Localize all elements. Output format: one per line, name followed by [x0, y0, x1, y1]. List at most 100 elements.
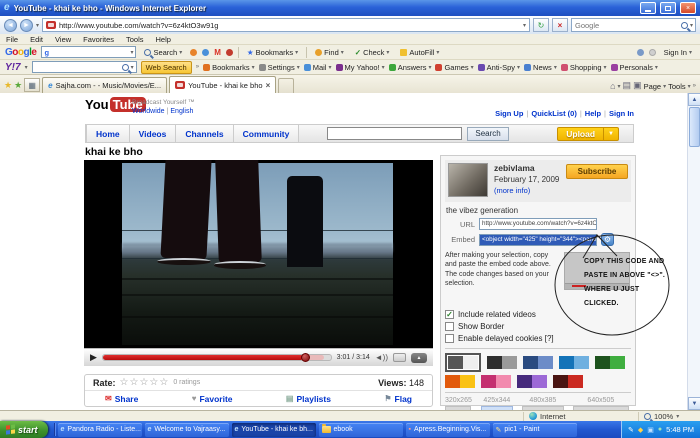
video-screen[interactable] — [84, 160, 433, 348]
menu-edit[interactable]: Edit — [30, 35, 43, 44]
flag-button[interactable]: ⚑Flag — [384, 394, 412, 404]
vertical-scrollbar[interactable]: ▲ ▼ — [687, 93, 700, 410]
feeds-icon[interactable]: ▤ — [623, 80, 632, 91]
yahoo-settings[interactable]: Settings▾ — [259, 63, 300, 72]
wrench-icon[interactable] — [637, 49, 644, 56]
yahoo-answers[interactable]: Answers▾ — [389, 63, 432, 72]
delayed-cookies-checkbox[interactable]: Enable delayed cookies [?] — [445, 333, 631, 344]
progress-bar[interactable] — [102, 354, 332, 361]
nav-channels[interactable]: Channels — [176, 125, 233, 142]
tray-network-icon[interactable]: ▣ — [647, 426, 654, 434]
embed-code-field[interactable]: <object width="425" height="344"><param — [479, 234, 597, 246]
add-favorite-icon[interactable]: ★ — [14, 80, 22, 91]
menu-favorites[interactable]: Favorites — [83, 35, 114, 44]
size-option-640[interactable]: 640x505 — [573, 397, 629, 410]
nav-community[interactable]: Community — [234, 125, 300, 142]
bookmarks-button[interactable]: ★Bookmarks▾ — [244, 47, 301, 58]
back-button[interactable]: ◄ — [4, 19, 17, 32]
tab-sajha[interactable]: e Sajha.com - - Music/Movies/E... — [42, 77, 167, 93]
scroll-up-icon[interactable]: ▲ — [688, 93, 700, 106]
task-paint[interactable]: ✎pic1 - Paint — [493, 423, 577, 437]
url-dropdown-icon[interactable]: ▾ — [523, 22, 526, 29]
favorites-star-icon[interactable]: ★ — [4, 80, 12, 91]
pagerank-icon[interactable] — [190, 49, 197, 56]
size-option-320[interactable]: 320x265 — [445, 397, 472, 410]
tray-pen-icon[interactable]: ✎ — [628, 426, 634, 434]
restore-button[interactable] — [660, 2, 676, 14]
progress-knob[interactable] — [301, 353, 310, 362]
print-icon[interactable]: ▣ — [633, 80, 642, 91]
gmail-icon[interactable]: M — [214, 48, 221, 57]
yahoo-bookmarks[interactable]: Bookmarks▾ — [203, 63, 255, 72]
help-link[interactable]: Help — [585, 109, 601, 118]
swatch-green[interactable] — [595, 356, 625, 369]
volume-icon[interactable]: ◄)) — [375, 353, 388, 362]
minimize-button[interactable] — [640, 2, 656, 14]
new-tab-stub[interactable] — [278, 78, 294, 93]
checkbox-icon[interactable] — [445, 334, 454, 343]
tray-volume-icon[interactable]: ● — [658, 426, 662, 433]
nav-videos[interactable]: Videos — [130, 125, 177, 142]
google-search-input[interactable]: g ▾ — [41, 46, 136, 58]
menu-view[interactable]: View — [55, 35, 71, 44]
swatch-purple[interactable] — [517, 375, 547, 388]
yahoo-news[interactable]: News▾ — [524, 63, 557, 72]
size-option-480[interactable]: 480x385 — [522, 397, 564, 410]
sign-up-link[interactable]: Sign Up — [495, 109, 523, 118]
nav-home[interactable]: Home — [86, 125, 130, 142]
refresh-button[interactable]: ↻ — [533, 18, 549, 32]
task-welcome[interactable]: eWelcome to Vajraasy... — [145, 423, 229, 437]
avatar[interactable] — [448, 163, 488, 197]
scroll-down-icon[interactable]: ▼ — [688, 397, 700, 410]
upload-button[interactable]: Upload — [557, 127, 604, 141]
youtube-search-input[interactable] — [327, 127, 462, 140]
task-ebook[interactable]: ebook — [319, 423, 403, 437]
swatch-pink[interactable] — [481, 375, 511, 388]
autofill-button[interactable]: AutoFill▾ — [397, 47, 442, 58]
home-icon[interactable]: ⌂ — [610, 81, 615, 91]
google-search-button[interactable]: Search▾ — [141, 47, 185, 58]
upload-dropdown[interactable]: ▼ — [604, 127, 619, 141]
menu-file[interactable]: File — [6, 35, 18, 44]
expand-button[interactable]: ▲ — [411, 353, 427, 363]
more-icon[interactable]: » — [693, 83, 696, 89]
more-info-link[interactable]: (more info) — [494, 185, 559, 196]
tab-youtube[interactable]: YouTube - khai ke bho × — [169, 76, 276, 93]
share-button[interactable]: ✉Share — [105, 394, 138, 404]
english-link[interactable]: English — [170, 108, 193, 115]
yahoo-personals[interactable]: Personals▾ — [611, 63, 658, 72]
chevron-down-icon[interactable]: ▾ — [25, 64, 28, 71]
playlists-button[interactable]: ▤Playlists — [286, 394, 331, 404]
play-button[interactable]: ▶ — [90, 352, 97, 363]
yahoo-games[interactable]: Games▾ — [435, 63, 473, 72]
quick-tabs-button[interactable]: ▦ — [24, 78, 40, 92]
popup-blocker-icon[interactable] — [202, 49, 209, 56]
forward-button[interactable]: ► — [20, 19, 33, 32]
task-youtube[interactable]: eYouTube - khai ke bh... — [232, 423, 316, 437]
favorite-button[interactable]: ♥Favorite — [192, 394, 233, 404]
tray-shield-icon[interactable]: ◆ — [638, 426, 643, 434]
youtube-search-button[interactable]: Search — [467, 127, 508, 141]
menu-tools[interactable]: Tools — [126, 35, 144, 44]
stop-button[interactable]: × — [552, 18, 568, 32]
google-sign-in[interactable]: Sign In▾ — [661, 47, 695, 58]
checkbox-icon[interactable] — [445, 322, 454, 331]
menu-help[interactable]: Help — [156, 35, 171, 44]
swatch-red[interactable] — [553, 375, 583, 388]
embed-options-button[interactable]: ⚙ — [601, 233, 614, 246]
sign-in-link[interactable]: Sign In — [609, 109, 634, 118]
swatch-orange[interactable] — [445, 375, 475, 388]
search-input[interactable] — [572, 21, 681, 30]
swatch-blue[interactable] — [559, 356, 589, 369]
screen-size-button[interactable] — [393, 353, 406, 362]
zoom-control[interactable]: 100% ▾ — [638, 412, 696, 421]
page-menu[interactable]: Page▾ — [644, 82, 667, 91]
close-tab-icon[interactable]: × — [266, 81, 271, 90]
yahoo-mail[interactable]: Mail▾ — [304, 63, 332, 72]
size-option-425-selected[interactable]: 425x344 — [481, 397, 513, 410]
search-icon[interactable] — [681, 22, 688, 29]
spellcheck-button[interactable]: ✓Check▾ — [352, 47, 393, 58]
start-button[interactable]: start — [0, 421, 48, 438]
yahoo-shopping[interactable]: Shopping▾ — [561, 63, 607, 72]
task-apress[interactable]: ▪Apress.Beginning.Vis... — [406, 423, 490, 437]
